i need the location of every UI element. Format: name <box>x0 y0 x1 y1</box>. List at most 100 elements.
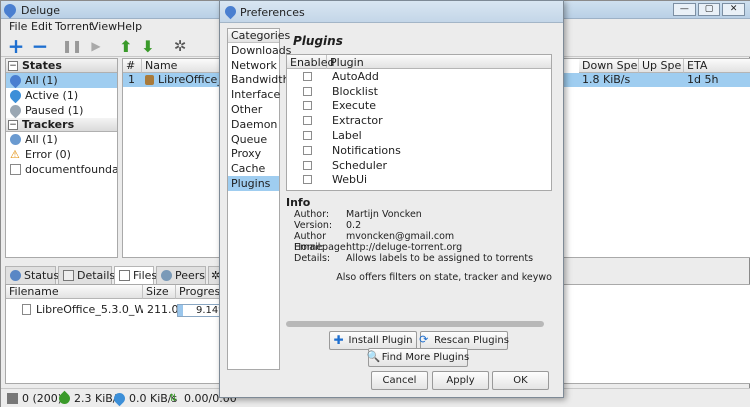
plugins-list: Enabled Plugin AutoAdd Blocklist Execute… <box>286 54 552 191</box>
file-progress-fill <box>178 305 183 316</box>
plugins-page-title: Plugins <box>293 34 343 48</box>
info-details: Details: Allows labels to be assigned to … <box>294 253 534 264</box>
all-icon <box>7 73 24 88</box>
remove-torrent-icon[interactable]: − <box>31 34 49 58</box>
status-connections[interactable]: 0 (200) <box>7 392 62 405</box>
sidebar-item-all[interactable]: All (1) <box>6 73 117 88</box>
maximize-button[interactable]: ▢ <box>697 3 721 16</box>
refresh-icon: ⟳ <box>419 333 429 346</box>
plugin-checkbox[interactable] <box>303 86 312 96</box>
status-upload[interactable]: 0.0 KiB/s <box>111 390 177 407</box>
plugin-checkbox[interactable] <box>303 145 312 155</box>
connections-icon <box>7 393 18 404</box>
col-filename[interactable]: Filename <box>6 285 143 299</box>
ok-button[interactable]: OK <box>492 371 549 390</box>
category-bandwidth[interactable]: Bandwidth <box>228 73 290 88</box>
file-name[interactable]: LibreOffice_5.3.0_Win_x86 <box>33 303 143 317</box>
menu-edit[interactable]: Edit <box>31 20 52 33</box>
category-plugins[interactable]: Plugins <box>228 176 279 191</box>
close-button[interactable]: ✕ <box>722 3 746 16</box>
plugin-row-extractor[interactable]: Extractor <box>287 113 551 128</box>
menu-torrent[interactable]: Torrent <box>55 20 93 33</box>
sidebar-item-paused[interactable]: Paused (1) <box>6 103 117 118</box>
category-network[interactable]: Network <box>228 58 279 73</box>
torrent-down-speed: 1.8 KiB/s <box>582 73 631 86</box>
category-downloads[interactable]: Downloads <box>228 43 291 58</box>
info-icon <box>10 270 21 281</box>
queue-down-icon[interactable]: ⬇ <box>139 37 157 56</box>
category-proxy[interactable]: Proxy <box>228 147 279 162</box>
tab-details[interactable]: Details <box>58 266 115 284</box>
col-eta[interactable]: ETA <box>684 59 750 73</box>
col-name[interactable]: Name <box>142 59 222 73</box>
preferences-icon[interactable]: ✲ <box>171 37 189 55</box>
info-details-extra: Also offers filters on state, tracker an… <box>336 272 552 283</box>
preferences-titlebar: Preferences <box>220 1 563 23</box>
sidebar-item-active[interactable]: Active (1) <box>6 88 117 103</box>
info-email: Author Email: mvoncken@gmail.com <box>294 231 455 253</box>
active-icon <box>7 88 24 103</box>
deluge-logo-icon <box>222 3 239 20</box>
info-author: Author: Martijn Voncken <box>294 209 422 220</box>
download-speed-icon <box>56 390 73 407</box>
col-enabled[interactable]: Enabled <box>287 55 334 69</box>
trackers-header[interactable]: − Trackers <box>6 118 117 132</box>
protocol-icon: ⇅ <box>169 393 178 404</box>
states-header[interactable]: − States <box>6 59 117 73</box>
preferences-dialog: Preferences Categories Downloads Network… <box>219 0 564 398</box>
menu-file[interactable]: File <box>9 20 27 33</box>
categories-header[interactable]: Categories <box>228 29 290 43</box>
queue-up-icon[interactable]: ⬆ <box>117 37 135 56</box>
tab-files[interactable]: Files <box>114 266 157 284</box>
plugin-info: Info Author: Martijn Voncken Version: 0.2 … <box>286 196 552 326</box>
col-size[interactable]: Size <box>143 285 176 299</box>
plugin-row-autoadd[interactable]: AutoAdd <box>287 69 551 84</box>
sidebar-item-error[interactable]: ⚠ Error (0) <box>6 147 117 162</box>
file-size: 211.0 M <box>147 303 177 316</box>
plugin-checkbox[interactable] <box>303 71 312 81</box>
sidebar-item-tracker-host[interactable]: documentfoundation.o <box>6 162 117 177</box>
menu-view[interactable]: View <box>91 20 117 33</box>
category-cache[interactable]: Cache <box>228 161 279 176</box>
col-plugin[interactable]: Plugin <box>327 55 551 69</box>
resume-icon[interactable]: ▶ <box>87 37 105 55</box>
plugin-row-webui[interactable]: WebUi <box>287 173 551 188</box>
category-other[interactable]: Other <box>228 102 279 117</box>
sidebar-item-trackers-all[interactable]: All (1) <box>6 132 117 147</box>
plugin-row-label[interactable]: Label <box>287 128 551 143</box>
install-icon: ✚ <box>333 333 344 347</box>
torrent-state-icon <box>145 75 154 85</box>
info-homepage: Homepage: http://deluge-torrent.org <box>294 242 463 253</box>
col-number[interactable]: # <box>123 59 142 73</box>
plugin-row-blocklist[interactable]: Blocklist <box>287 84 551 99</box>
plugin-checkbox[interactable] <box>303 175 312 185</box>
info-horizontal-scrollbar[interactable] <box>286 321 544 327</box>
minimize-button[interactable]: — <box>673 3 696 16</box>
find-more-plugins-button[interactable]: 🔍 Find More Plugins <box>367 348 469 367</box>
category-queue[interactable]: Queue <box>228 132 279 147</box>
torrent-number: 1 <box>128 73 135 86</box>
filter-sidebar: − States All (1) Active (1) Paused (1) − T… <box>5 58 118 258</box>
col-down-speed[interactable]: Down Speed <box>579 59 639 73</box>
pause-icon[interactable]: ❚❚ <box>62 37 82 55</box>
plugin-checkbox[interactable] <box>303 101 312 111</box>
category-daemon[interactable]: Daemon <box>228 117 279 132</box>
add-torrent-icon[interactable]: + <box>7 34 25 58</box>
preferences-title: Preferences <box>240 6 305 19</box>
col-up-speed[interactable]: Up Spe ▴ <box>639 59 684 73</box>
plugin-checkbox[interactable] <box>303 116 312 126</box>
menu-help[interactable]: Help <box>117 20 142 33</box>
apply-button[interactable]: Apply <box>432 371 489 390</box>
plugin-row-notifications[interactable]: Notifications <box>287 143 551 158</box>
tab-peers[interactable]: Peers <box>156 266 206 284</box>
category-interface[interactable]: Interface <box>228 87 280 102</box>
cancel-button[interactable]: Cancel <box>371 371 428 390</box>
plugin-row-execute[interactable]: Execute <box>287 99 551 114</box>
plugin-checkbox[interactable] <box>303 160 312 170</box>
details-icon <box>63 270 74 281</box>
plugin-checkbox[interactable] <box>303 131 312 141</box>
globe-icon <box>10 134 21 145</box>
tab-status[interactable]: Status <box>5 266 59 284</box>
warning-icon: ⚠ <box>10 148 20 161</box>
plugin-row-scheduler[interactable]: Scheduler <box>287 158 551 173</box>
